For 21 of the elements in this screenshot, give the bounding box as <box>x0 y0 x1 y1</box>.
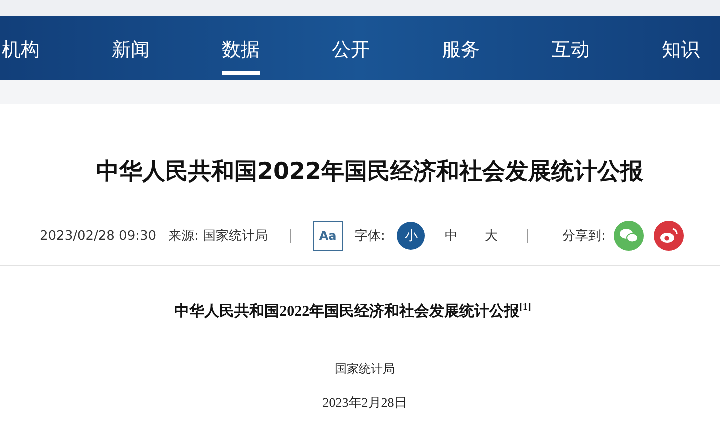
nav-tab[interactable]: 互动 <box>552 29 590 75</box>
font-size-option[interactable]: 中 <box>437 222 466 250</box>
document-title: 中华人民共和国2022年国民经济和社会发展统计公报$^{[1]}$ <box>174 302 532 321</box>
eye-logo-icon[interactable] <box>654 221 684 251</box>
font-label: 字体: <box>355 228 386 245</box>
document-author: 国家统计局 <box>334 361 396 378</box>
share-label: 分享到: <box>562 228 606 245</box>
nav-tab[interactable]: 服务 <box>442 29 480 75</box>
chat-bubbles-icon[interactable] <box>614 221 644 251</box>
font-size-option[interactable]: 小 <box>397 222 426 250</box>
font-size-option[interactable]: 大 <box>477 222 506 250</box>
source-text: 来源: 国家统计局 <box>168 228 268 245</box>
nav-tab[interactable]: 新闻 <box>112 29 150 75</box>
nav-tab[interactable]: 机构 <box>2 29 40 75</box>
nav-tab[interactable]: 公开 <box>332 29 370 75</box>
nav-tab[interactable]: 数据 <box>222 29 260 75</box>
document-date: 2023年2月28日 <box>322 394 408 412</box>
article-title: 中华人民共和国2022年国民经济和社会发展统计公报 <box>95 158 644 187</box>
nav-tab[interactable]: 知识 <box>662 29 700 75</box>
font-button[interactable]: Aa <box>313 221 344 251</box>
publish-date: 2023/02/28 09:30 <box>40 228 157 244</box>
